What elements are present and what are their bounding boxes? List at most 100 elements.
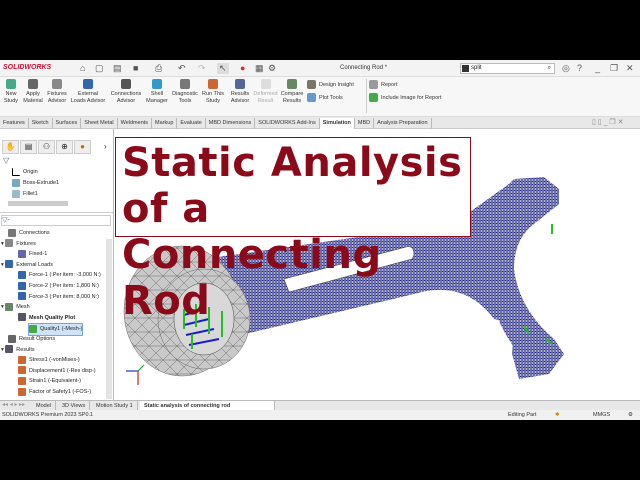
feature-tree-icon: ✋ [5, 142, 16, 151]
solidworks-window: SOLIDWORKS ⌂ ▢ ▤ ■ ⎙ ↶ ↷ ↖ ● ▦ ⚙ Connect… [0, 60, 640, 420]
tab-surfaces[interactable]: Surfaces [53, 118, 82, 129]
filter-icon[interactable]: ▽ [3, 156, 9, 165]
diagnostic-icon [180, 79, 190, 89]
include-image-button[interactable]: Include Image for Report [369, 93, 442, 102]
tree-item[interactable]: ▾ Results [1, 345, 35, 356]
undo-icon[interactable]: ↶ [178, 63, 186, 74]
tab-mbd-dimensions[interactable]: MBD Dimensions [206, 118, 256, 129]
more-tabs-icon[interactable]: › [104, 142, 107, 151]
compare-results-button[interactable]: Compare Results [280, 79, 304, 104]
tree-item[interactable]: ▾ External Loads [1, 260, 53, 271]
home-icon[interactable]: ⌂ [80, 63, 85, 73]
property-manager-tab[interactable]: ▤ [20, 140, 37, 154]
deformed-result-button[interactable]: Deformed Result [253, 79, 278, 104]
run-icon [208, 79, 218, 89]
tab-evaluate[interactable]: Evaluate [177, 118, 206, 129]
tree-node-icon [5, 302, 14, 311]
banner-line-1: Static Analysis of a [122, 140, 463, 232]
viewport-window-controls[interactable]: ▯ ▯ _ ❐ ✕ [592, 118, 624, 126]
tree-item-fillet[interactable]: Fillet1 [12, 189, 38, 200]
units-selector[interactable]: MMGS [593, 410, 610, 420]
status-settings-icon[interactable]: ⚙ [628, 410, 633, 420]
dimxpert-icon: ⊕ [61, 142, 68, 151]
apply-material-button[interactable]: Apply Material [22, 79, 44, 104]
rebuild-icon[interactable]: ● [240, 63, 245, 73]
sim-filter-input[interactable]: ▽- [1, 215, 111, 226]
extrude-icon [12, 178, 20, 187]
open-icon[interactable]: ▤ [113, 63, 122, 74]
tree-item-label: Strain1 (-Equivalent-) [29, 378, 81, 385]
redo-icon[interactable]: ↷ [198, 63, 206, 74]
tab-mbd[interactable]: MBD [355, 118, 375, 129]
shell-manager-button[interactable]: Shell Manager [145, 79, 169, 104]
tree-item[interactable]: Force-2 (:Per item: 1,800 N:) [18, 281, 99, 292]
tree-item-label: Quality1 (-Mesh-) [40, 326, 83, 333]
save-icon[interactable]: ■ [133, 63, 138, 73]
panel-splitter[interactable] [0, 212, 113, 213]
tree-vertical-scrollbar[interactable] [106, 239, 112, 399]
report-icon [369, 80, 378, 89]
tree-item[interactable]: Force-1 (:Per item: -3,000 N:) [18, 270, 101, 281]
tree-item[interactable]: Force-3 (:Per item: 8,000 N:) [18, 292, 99, 303]
horizontal-scrollbar[interactable] [8, 201, 68, 206]
minimize-button[interactable]: _ [595, 63, 600, 73]
tree-item[interactable]: Stress1 (-vonMises-) [18, 355, 80, 366]
tab-simulation[interactable]: Simulation [319, 118, 355, 129]
tree-node-icon [5, 239, 14, 248]
rebuild-status-icon: ✱ [555, 412, 560, 418]
tab-sketch[interactable]: Sketch [29, 118, 53, 129]
print-icon[interactable]: ⎙ [155, 63, 162, 74]
tree-item-boss-extrude[interactable]: Boss-Extrude1 [12, 178, 59, 189]
close-button[interactable]: ✕ [626, 63, 634, 74]
account-icon[interactable]: ◎ [562, 63, 570, 74]
tree-item[interactable]: Mesh Quality Plot [18, 313, 75, 324]
feature-manager-tab[interactable]: ✋ [2, 140, 19, 154]
command-manager-tabs: Features Sketch Surfaces Sheet Metal Weldmen… [0, 117, 640, 129]
tab-features[interactable]: Features [0, 118, 29, 129]
connections-advisor-button[interactable]: Connections Advisor [108, 79, 144, 104]
tab-sheet-metal[interactable]: Sheet Metal [81, 118, 118, 129]
new-file-icon[interactable]: ▢ [95, 63, 104, 74]
shell-icon [152, 79, 162, 89]
tree-item[interactable]: Displacement1 (-Res disp-) [18, 366, 96, 377]
plot-tools-button[interactable]: Plot Tools [307, 93, 343, 102]
tree-item-origin[interactable]: Origin [12, 167, 38, 178]
tree-item[interactable]: Strain1 (-Equivalent-) [18, 376, 81, 387]
tree-item[interactable]: ▾ Mesh [1, 302, 30, 313]
help-icon[interactable]: ? [577, 63, 582, 73]
banner-line-2: Connecting Rod [122, 232, 382, 324]
tree-node-icon [18, 366, 26, 375]
tab-weldments[interactable]: Weldments [118, 118, 153, 129]
tree-node-icon [8, 334, 16, 343]
tree-item[interactable]: Connections [8, 228, 50, 239]
tree-item[interactable]: Fixed-1 [18, 249, 47, 260]
options-gear-icon[interactable]: ⚙ [268, 63, 276, 74]
file-properties-icon[interactable]: ▦ [255, 63, 264, 74]
tree-node-icon [18, 355, 26, 364]
editing-status: Editing Part [508, 412, 537, 418]
tab-solidworks-add-ins[interactable]: SOLIDWORKS Add-Ins [255, 118, 320, 129]
tab-analysis-preparation[interactable]: Analysis Preparation [374, 118, 432, 129]
fillet-icon [12, 189, 20, 198]
search-input[interactable]: split ⌕ [460, 63, 555, 74]
tree-item[interactable]: Result Options [8, 334, 55, 345]
run-study-button[interactable]: Run This Study [201, 79, 225, 104]
restore-button[interactable]: ❐ [610, 63, 618, 74]
report-button[interactable]: Report [369, 80, 398, 89]
results-advisor-button[interactable]: Results Advisor [228, 79, 252, 104]
fixtures-advisor-button[interactable]: Fixtures Advisor [45, 79, 69, 104]
display-manager-tab[interactable]: ● [74, 140, 91, 154]
select-icon[interactable]: ↖ [217, 63, 229, 74]
configuration-tab[interactable]: ⚇ [38, 140, 55, 154]
new-study-button[interactable]: New Study [1, 79, 21, 104]
tree-item[interactable]: Factor of Safety1 (-FOS-) [18, 387, 91, 398]
connections-icon [121, 79, 131, 89]
design-insight-button[interactable]: Design Insight [307, 80, 354, 89]
diagnostic-tools-button[interactable]: Diagnostic Tools [170, 79, 200, 104]
dimxpert-tab[interactable]: ⊕ [56, 140, 73, 154]
external-loads-advisor-button[interactable]: External Loads Advisor [70, 79, 106, 104]
tab-scroll-arrows[interactable]: ◂◂ ◂ ▸ ▸▸ [2, 401, 25, 408]
tab-markup[interactable]: Markup [152, 118, 178, 129]
tree-item[interactable]: ▾ Fixtures [1, 239, 36, 250]
fixtures-icon [52, 79, 62, 89]
